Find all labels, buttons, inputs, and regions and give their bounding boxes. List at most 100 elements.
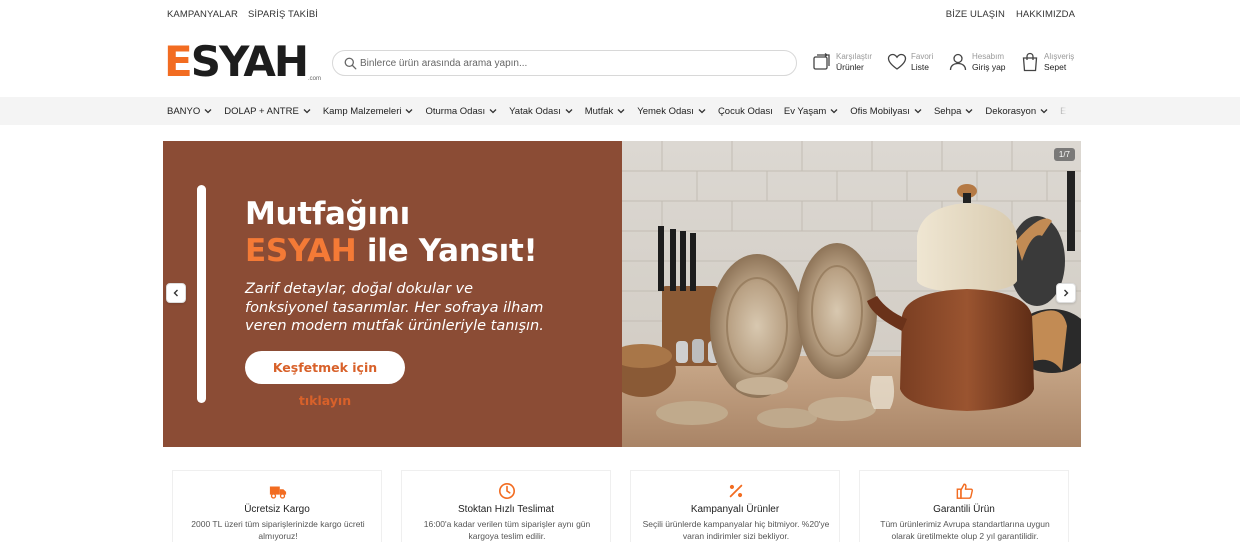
category-label: Çocuk Odası [717, 105, 773, 117]
truck-icon [269, 486, 287, 499]
feature-description: 2000 TL üzeri tüm siparişlerinizde kargo… [191, 519, 365, 541]
chevron-down-icon [489, 109, 497, 114]
hero-cta-button[interactable]: Keşfetmek için tıklayın [245, 351, 405, 408]
chevron-down-icon [914, 109, 922, 114]
chevron-down-icon [617, 109, 625, 114]
category-label: BANYO [167, 105, 201, 117]
account-label-bottom: Giriş yap [972, 62, 1006, 72]
chevron-down-icon [565, 109, 573, 114]
feature-title: Ücretsiz Kargo [244, 504, 310, 515]
header: ESYAH .com KarşılaştırÜrünler FavoriList… [0, 39, 1240, 85]
feature-warranty: Garantili Ürün Tüm ürünlerimiz Avrupa st… [859, 470, 1069, 542]
feature-title: Kampanyalı Ürünler [690, 504, 780, 515]
favorites-label-bottom: Liste [911, 62, 929, 72]
category-item[interactable]: Yemek Odası [637, 106, 707, 117]
hero-accent-bar [197, 185, 206, 403]
top-bar-left-links: KAMPANYALAR SİPARİŞ TAKİBİ [167, 9, 318, 20]
chevron-down-icon [698, 109, 706, 114]
contact-link[interactable]: BİZE ULAŞIN [946, 9, 1005, 20]
slide-counter: 1/7 [1053, 148, 1075, 161]
kitchenware-illustration [622, 141, 1081, 447]
hero-next-button[interactable] [1056, 283, 1076, 303]
category-item[interactable]: Oturma Odası [425, 106, 498, 117]
feature-campaigns: Kampanyalı Ürünler Seçili ürünlerde kamp… [630, 470, 840, 542]
logo-rest-letters: SYAH [190, 37, 309, 86]
category-label: Ofis Mobilyası [850, 105, 910, 117]
logo-wordmark: ESYAH [164, 37, 309, 86]
category-label: Mutfak [584, 105, 614, 117]
compare-button[interactable]: Karşılaştır Ürünler [812, 52, 872, 72]
chevron-down-icon [406, 109, 413, 114]
category-item[interactable]: Ofis Mobilyası [850, 106, 923, 117]
logo-accent-letter: E [164, 37, 193, 86]
hero-title-brand: ESYAH [245, 233, 357, 269]
feature-description: Tüm ürünlerimiz Avrupa standartlarına uy… [880, 519, 1050, 541]
feature-description: Seçili ürünlerde kampanyalar hiç bitmiyo… [642, 519, 830, 541]
account-button[interactable]: Hesabım Giriş yap [948, 52, 1006, 72]
chevron-left-icon [173, 289, 178, 297]
cart-label-bottom: Sepet [1044, 62, 1067, 72]
category-item[interactable]: Kamp Malzemeleri [323, 106, 415, 117]
category-item[interactable]: Yatak Odası [509, 106, 574, 117]
chevron-down-icon [830, 109, 838, 114]
category-label: DOLAP + ANTRE [224, 105, 299, 117]
favorites-button[interactable]: Favori Liste [887, 52, 933, 72]
compare-icon [813, 53, 830, 70]
category-item[interactable]: Ev Yaşam [784, 106, 839, 117]
category-label: Yatak Odası [509, 105, 561, 117]
percent-icon [729, 484, 743, 498]
search-input[interactable] [360, 54, 780, 73]
feature-description: 16:00'a kadar verilen tüm siparişler ayn… [423, 519, 591, 541]
category-label: Dekorasyon [985, 105, 1037, 117]
hero-text-panel: Mutfağını ESYAH ile Yansıt! Zarif detayl… [163, 141, 622, 447]
favorites-label-top: Favori [911, 52, 934, 61]
logo-suffix: .com [308, 76, 322, 82]
feature-free-shipping: Ücretsiz Kargo 2000 TL üzeri tüm sipariş… [172, 470, 382, 542]
feature-title: Garantili Ürün [933, 504, 995, 515]
features-row: Ücretsiz Kargo 2000 TL üzeri tüm sipariş… [172, 470, 1072, 542]
cart-label-top: Alışveriş [1044, 52, 1075, 61]
category-label: Ev Yaşam [783, 105, 827, 117]
chevron-down-icon [303, 109, 311, 114]
search-icon [344, 57, 357, 70]
feature-title: Stoktan Hızlı Teslimat [458, 504, 554, 515]
chevron-down-icon [204, 109, 212, 114]
heart-icon [887, 53, 907, 70]
hero-description: Zarif detaylar, doğal dokular ve fonksiy… [245, 281, 544, 334]
category-item[interactable]: Sehpa [934, 106, 974, 117]
category-item[interactable]: Dekorasyon [985, 106, 1049, 117]
top-bar: KAMPANYALAR SİPARİŞ TAKİBİ BİZE ULAŞIN H… [0, 0, 1240, 30]
hero-image: 1/7 [622, 141, 1081, 447]
hero-banner[interactable]: Mutfağını ESYAH ile Yansıt! Zarif detayl… [163, 141, 1081, 447]
about-link[interactable]: HAKKIMIZDA [1016, 9, 1075, 20]
compare-label-bottom: Ürünler [836, 62, 864, 72]
thumbs-up-icon [956, 483, 974, 499]
feature-fast-delivery: Stoktan Hızlı Teslimat 16:00'a kadar ver… [401, 470, 611, 542]
clock-icon [498, 482, 516, 500]
category-item[interactable]: DOLAP + ANTRE [224, 106, 312, 117]
category-list: BANYO DOLAP + ANTRE Kamp Malzemeleri Oturma… [167, 97, 1067, 125]
chevron-right-icon [1064, 289, 1069, 297]
compare-label-top: Karşılaştır [836, 52, 873, 61]
category-item[interactable]: BANYO [167, 106, 213, 117]
category-label: Oturma Odası [425, 105, 486, 117]
category-overflow-fade [1047, 97, 1067, 125]
chevron-down-icon [965, 109, 973, 114]
campaigns-link[interactable]: KAMPANYALAR [167, 9, 238, 20]
user-icon [949, 53, 967, 71]
category-nav: BANYO DOLAP + ANTRE Kamp Malzemeleri Oturma… [0, 97, 1240, 125]
cart-button[interactable]: Alışveriş Sepet [1020, 52, 1074, 72]
hero-title-line2: ESYAH ile Yansıt! [245, 233, 538, 269]
category-item[interactable]: Çocuk Odası [718, 106, 773, 117]
category-label: Sehpa [933, 105, 962, 117]
shopping-bag-icon [1022, 52, 1038, 72]
search-box [332, 50, 797, 76]
hero-title-line1: Mutfağını [245, 196, 410, 232]
order-tracking-link[interactable]: SİPARİŞ TAKİBİ [248, 9, 318, 20]
hero-prev-button[interactable] [166, 283, 186, 303]
hero-title-rest: ile Yansıt! [356, 233, 538, 269]
account-label-top: Hesabım [972, 52, 1005, 61]
category-item[interactable]: Mutfak [585, 106, 627, 117]
logo[interactable]: ESYAH .com [164, 39, 324, 85]
category-label: Yemek Odası [637, 105, 694, 117]
